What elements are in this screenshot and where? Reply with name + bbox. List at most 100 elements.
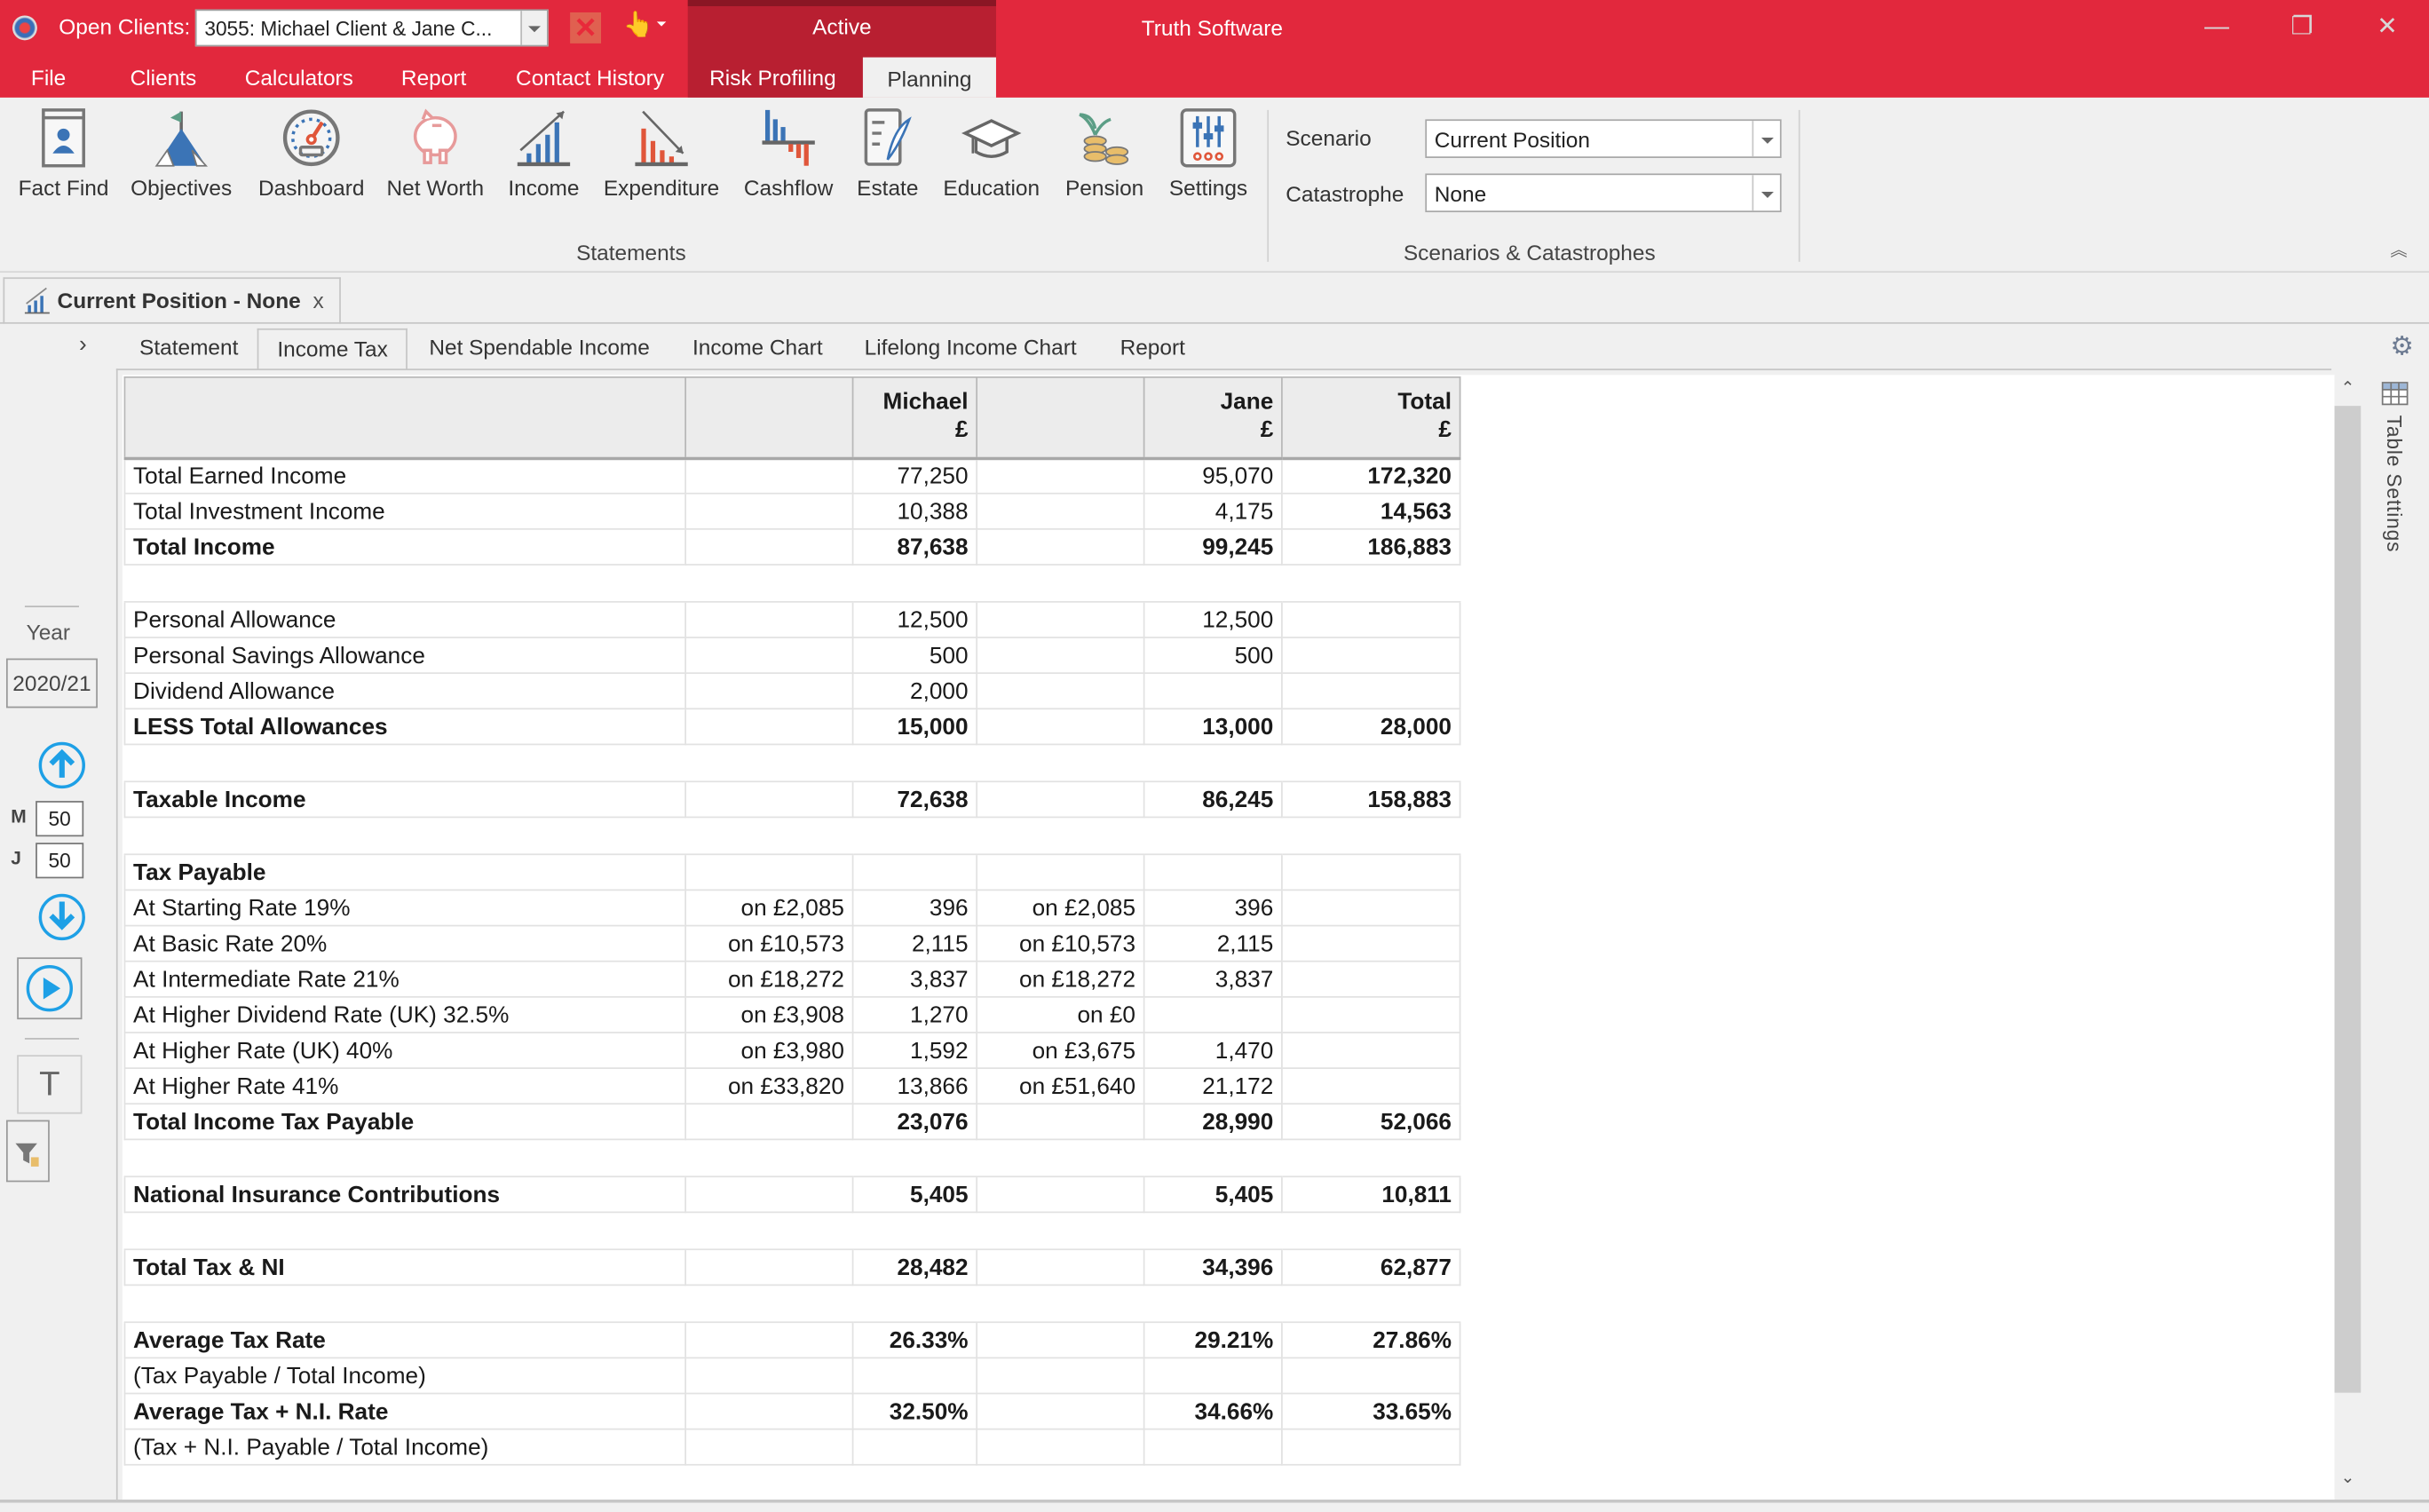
- row-label: Personal Allowance: [123, 601, 686, 638]
- jane-taxed-on: [976, 853, 1145, 891]
- menu-risk-profiling[interactable]: Risk Profiling: [709, 65, 836, 90]
- year-up-button[interactable]: [38, 741, 85, 789]
- subtab-net-spendable-income[interactable]: Net Spendable Income: [410, 329, 668, 368]
- michael-value: [851, 1428, 978, 1466]
- table-settings-panel[interactable]: Table Settings: [2370, 375, 2426, 1500]
- subtab-lifelong-income-chart[interactable]: Lifelong Income Chart: [846, 329, 1096, 368]
- empty-cell: [1281, 1284, 1460, 1324]
- year-down-button[interactable]: [38, 893, 85, 941]
- jane-value: 21,172: [1143, 1067, 1283, 1105]
- ribbon-dashboard[interactable]: Dashboard: [252, 104, 370, 206]
- michael-value: 13,866: [851, 1067, 978, 1105]
- scrollbar-thumb[interactable]: [2334, 406, 2362, 1393]
- total-value: [1281, 601, 1461, 638]
- total-value: [1281, 1032, 1461, 1069]
- empty-cell: [685, 816, 853, 856]
- menu-file[interactable]: File: [31, 65, 66, 90]
- ribbon-pension[interactable]: Pension: [1060, 104, 1150, 206]
- ribbon-estate[interactable]: Estate: [852, 104, 923, 206]
- statements-group-label: Statements: [576, 240, 686, 265]
- michael-taxed-on: on £10,573: [684, 924, 854, 962]
- empty-cell: [852, 1138, 977, 1178]
- touch-dropdown-icon[interactable]: [656, 21, 667, 27]
- m-age-field[interactable]: 50: [36, 801, 84, 837]
- minimize-button[interactable]: —: [2198, 12, 2235, 44]
- michael-value: 32.50%: [851, 1392, 978, 1430]
- ribbon-income[interactable]: Income: [499, 104, 589, 206]
- subtab-income-tax[interactable]: Income Tax: [257, 328, 408, 371]
- header-label-col: [123, 376, 686, 460]
- subtab-report[interactable]: Report: [1102, 329, 1204, 368]
- close-window-button[interactable]: ✕: [2369, 12, 2406, 44]
- catastrophe-label: Catastrophe: [1286, 181, 1404, 207]
- michael-value: 1,270: [851, 995, 978, 1033]
- gear-icon[interactable]: ⚙: [2390, 331, 2414, 362]
- chevron-down-icon[interactable]: [1752, 175, 1779, 211]
- ribbon-cashflow[interactable]: Cashflow: [738, 104, 840, 206]
- table-row: Taxable Income 72,638 86,245 158,883: [123, 780, 1461, 819]
- catastrophe-dropdown[interactable]: None: [1425, 173, 1782, 213]
- jane-value: 86,245: [1143, 780, 1283, 819]
- close-tab-icon[interactable]: x: [313, 289, 323, 313]
- filter-button[interactable]: [5, 1120, 50, 1183]
- document-tab[interactable]: Current Position - None x: [3, 277, 341, 324]
- subtab-statement[interactable]: Statement: [121, 329, 257, 368]
- open-clients-label: Open Clients:: [59, 13, 191, 39]
- open-clients-dropdown[interactable]: 3055: Michael Client & Jane C...: [194, 9, 549, 47]
- subtab-income-chart[interactable]: Income Chart: [674, 329, 842, 368]
- play-button[interactable]: [17, 957, 83, 1020]
- ribbon-settings[interactable]: Settings: [1162, 104, 1255, 206]
- close-client-icon[interactable]: ✕: [570, 12, 602, 44]
- text-toggle-button[interactable]: T: [17, 1055, 83, 1114]
- ribbon-education[interactable]: Education: [936, 104, 1048, 206]
- ribbon-net-worth[interactable]: Net Worth: [384, 104, 487, 206]
- vertical-scrollbar[interactable]: ⌃ ⌄: [2334, 375, 2362, 1500]
- header-jane: Jane £: [1143, 376, 1283, 460]
- ribbon-label: Fact Find: [18, 175, 109, 201]
- jane-taxed-on: [976, 708, 1145, 746]
- chevron-down-icon[interactable]: [1752, 121, 1779, 157]
- header-michael-on-col: [684, 376, 854, 460]
- expand-sidebar-icon[interactable]: ›: [79, 331, 87, 358]
- restore-button[interactable]: ❐: [2283, 12, 2321, 44]
- empty-cell: [1143, 564, 1282, 603]
- header-name: Jane: [1220, 389, 1274, 416]
- menu-report[interactable]: Report: [401, 65, 466, 90]
- michael-value: 500: [851, 637, 978, 675]
- scroll-down-icon[interactable]: ⌄: [2341, 1467, 2355, 1487]
- ribbon-label: Cashflow: [743, 175, 834, 201]
- spacer-row: [124, 564, 1460, 603]
- row-label: LESS Total Allowances: [123, 708, 686, 746]
- scenario-dropdown[interactable]: Current Position: [1425, 119, 1782, 158]
- ribbon-label: Education: [943, 175, 1040, 201]
- catastrophe-value: None: [1434, 181, 1487, 207]
- menu-calculators[interactable]: Calculators: [245, 65, 353, 90]
- michael-value: 12,500: [851, 601, 978, 638]
- spacer-row: [124, 1284, 1460, 1324]
- chevron-down-icon[interactable]: [520, 11, 547, 45]
- ribbon-objectives[interactable]: Objectives: [129, 104, 234, 206]
- app-logo-icon[interactable]: [12, 15, 37, 41]
- table-grid-icon: [2381, 382, 2409, 406]
- table-row: At Basic Rate 20% on £10,573 2,115 on £10,5…: [123, 924, 1461, 962]
- ribbon-fact-find[interactable]: Fact Find: [12, 104, 115, 206]
- ribbon-expenditure[interactable]: Expenditure: [601, 104, 722, 206]
- empty-cell: [124, 743, 686, 783]
- michael-value: 3,837: [851, 960, 978, 998]
- row-label: Dividend Allowance: [123, 672, 686, 710]
- menu-planning[interactable]: Planning: [862, 57, 996, 98]
- michael-value: 5,405: [851, 1176, 978, 1214]
- scroll-up-icon[interactable]: ⌃: [2341, 378, 2355, 398]
- menu-contact-history[interactable]: Contact History: [516, 65, 664, 90]
- collapse-ribbon-icon[interactable]: ︽: [2390, 237, 2407, 262]
- total-value: 158,883: [1281, 780, 1461, 819]
- michael-taxed-on: [684, 528, 854, 566]
- total-value: 28,000: [1281, 708, 1461, 746]
- michael-value: 28,482: [851, 1248, 978, 1286]
- touch-hand-icon[interactable]: 👆: [622, 11, 653, 42]
- jane-taxed-on: on £10,573: [976, 924, 1145, 962]
- j-age-field[interactable]: 50: [36, 843, 84, 879]
- menu-clients[interactable]: Clients: [131, 65, 197, 90]
- income-chart-icon: [517, 110, 571, 167]
- year-field[interactable]: 2020/21: [5, 658, 98, 709]
